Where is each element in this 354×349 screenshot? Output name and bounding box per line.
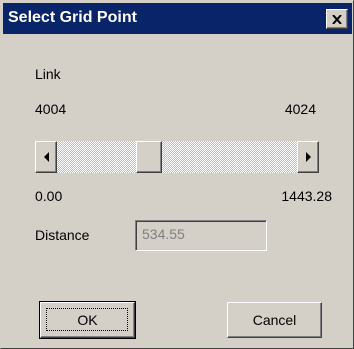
slider-min-label: 0.00 xyxy=(35,188,63,204)
dialog-title: Select Grid Point xyxy=(8,9,137,26)
scroll-right-button[interactable] xyxy=(297,141,319,173)
distance-field: 534.55 xyxy=(135,220,267,251)
link-label: Link xyxy=(35,66,61,82)
distance-label: Distance xyxy=(35,227,90,243)
close-icon xyxy=(332,14,342,24)
arrow-left-icon xyxy=(43,152,49,162)
link-end-node: 4024 xyxy=(284,101,316,117)
title-bar[interactable]: Select Grid Point xyxy=(3,3,352,34)
select-grid-point-dialog: Select Grid Point Link 4004 4024 0.00 14… xyxy=(0,0,354,349)
ok-button[interactable]: OK xyxy=(39,301,136,339)
cancel-button[interactable]: Cancel xyxy=(227,302,322,338)
slider-thumb[interactable] xyxy=(136,141,163,173)
link-start-node: 4004 xyxy=(35,101,67,117)
close-button[interactable] xyxy=(326,9,348,29)
arrow-right-icon xyxy=(305,152,311,162)
scroll-left-button[interactable] xyxy=(35,141,57,173)
slider-max-label: 1443.28 xyxy=(281,188,332,204)
grid-point-slider[interactable] xyxy=(35,141,319,173)
ok-button-label: OK xyxy=(77,312,98,328)
